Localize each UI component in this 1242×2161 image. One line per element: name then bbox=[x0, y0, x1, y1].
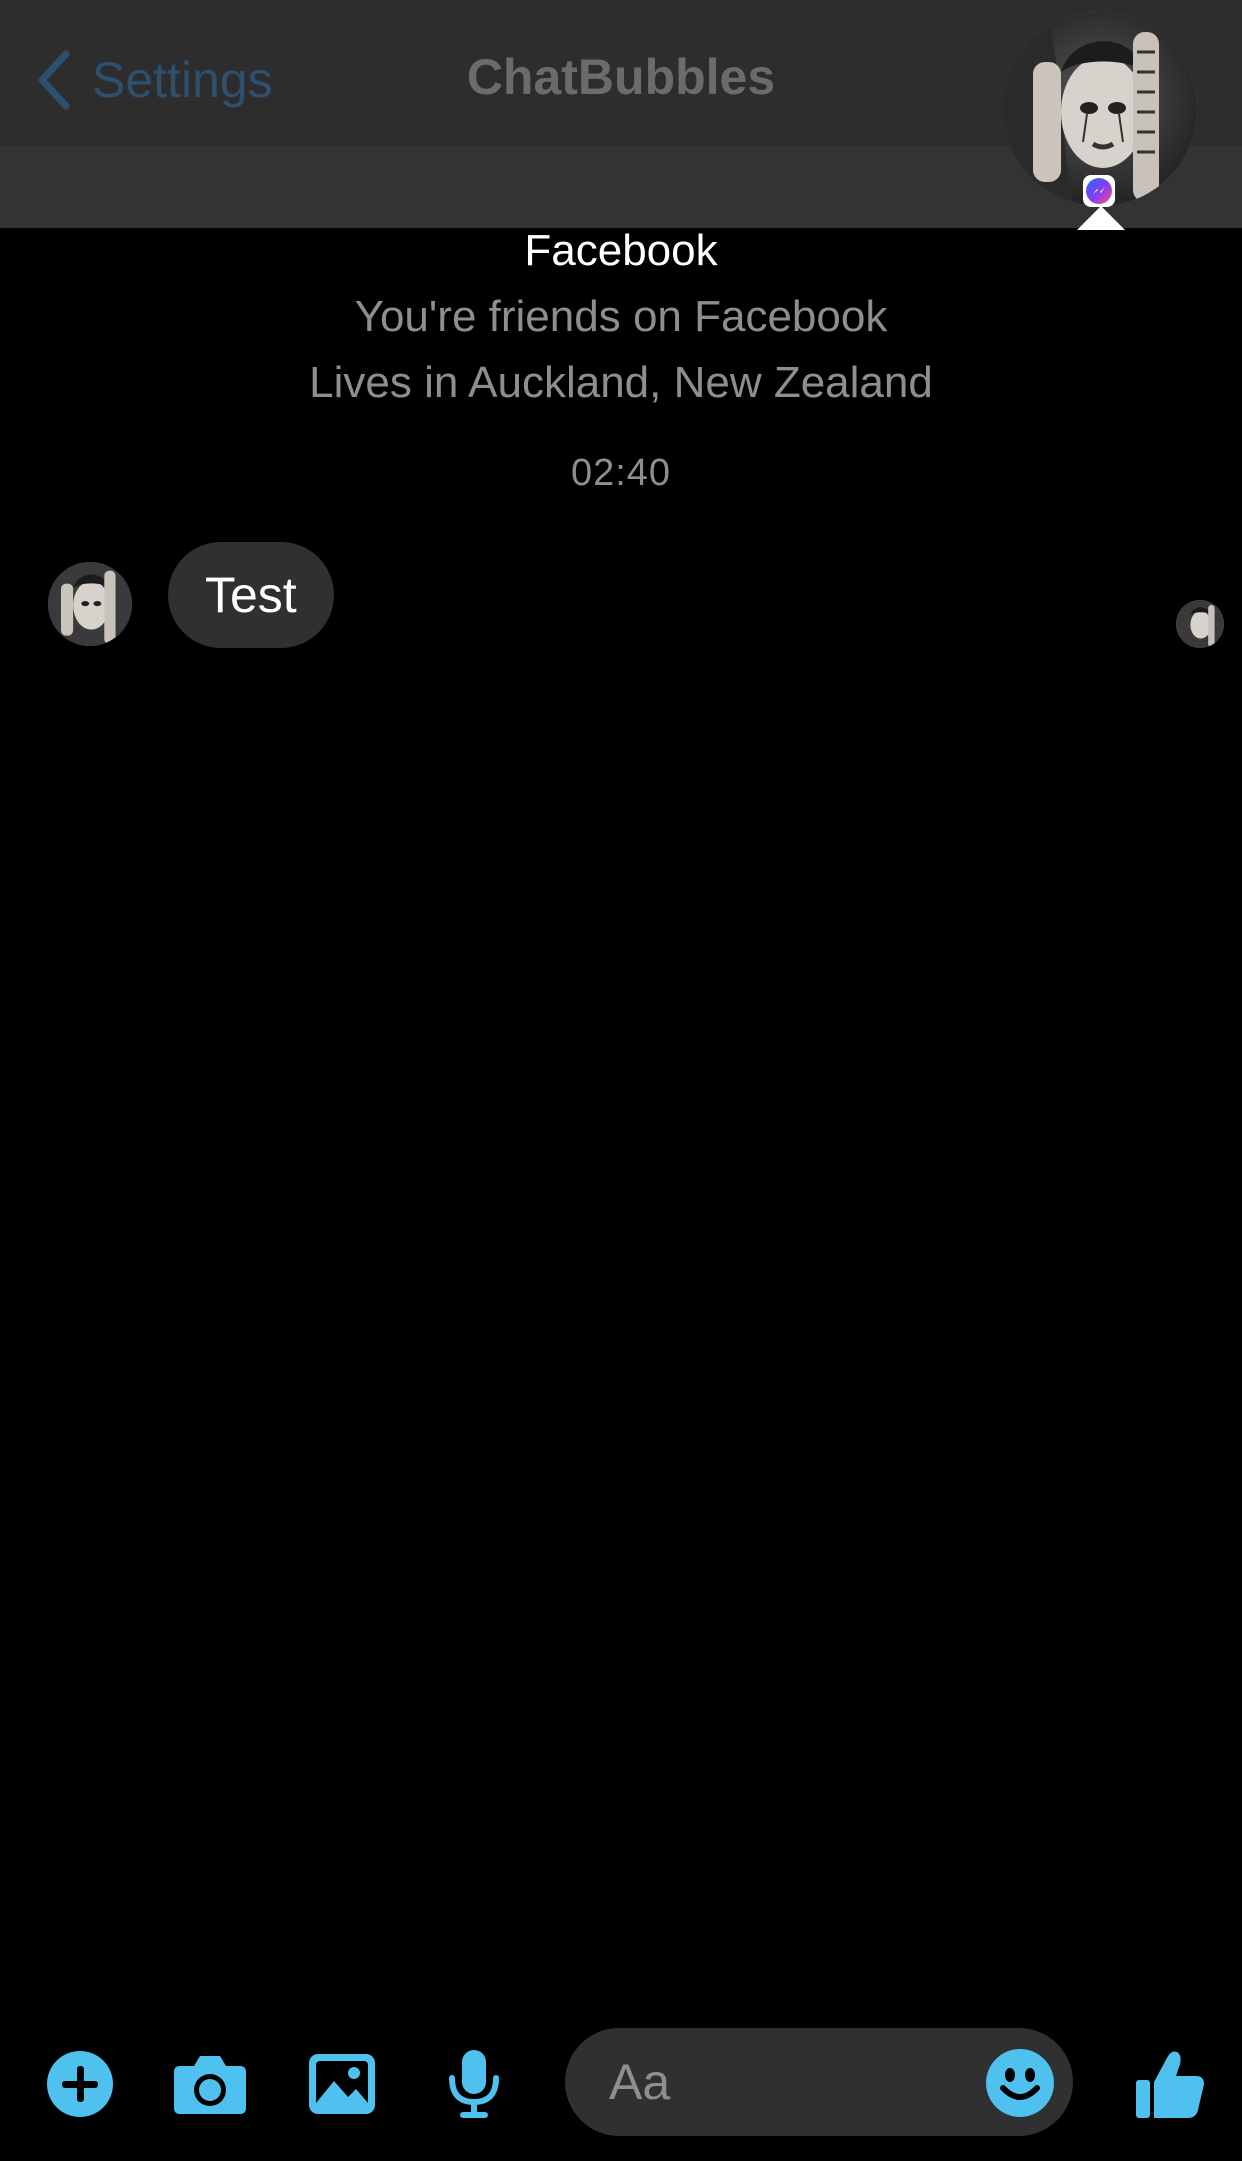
messenger-badge bbox=[1083, 175, 1115, 207]
message-input[interactable] bbox=[609, 2028, 989, 2136]
gallery-button[interactable] bbox=[302, 2010, 382, 2158]
profile-friends-line: You're friends on Facebook bbox=[354, 292, 888, 341]
profile-source: Facebook bbox=[524, 226, 718, 275]
camera-icon bbox=[174, 2056, 246, 2114]
avatar-photo-tiny bbox=[1176, 600, 1224, 648]
message-composer[interactable] bbox=[565, 2028, 1073, 2136]
thumbs-up-icon bbox=[1136, 2051, 1204, 2118]
plus-circle-icon bbox=[47, 2051, 113, 2117]
like-button[interactable] bbox=[1120, 2010, 1220, 2158]
add-button[interactable] bbox=[40, 2010, 120, 2158]
profile-location-line: Lives in Auckland, New Zealand bbox=[309, 358, 933, 407]
messenger-icon bbox=[1086, 178, 1112, 204]
chat-screen: Settings ChatBubbles Facebook You're fri… bbox=[0, 0, 1242, 2161]
image-icon bbox=[309, 2054, 375, 2114]
voice-button[interactable] bbox=[434, 2010, 514, 2158]
microphone-icon bbox=[449, 2050, 499, 2118]
composer-toolbar bbox=[0, 2010, 1242, 2161]
message-timestamp: 02:40 bbox=[570, 452, 672, 494]
read-receipt-avatar bbox=[1176, 600, 1224, 648]
contact-avatar[interactable] bbox=[48, 562, 132, 646]
message-bubble[interactable]: Test bbox=[168, 542, 334, 648]
camera-button[interactable] bbox=[170, 2010, 250, 2158]
avatar-photo-small bbox=[48, 562, 132, 646]
smiley-icon[interactable] bbox=[985, 2048, 1055, 2118]
